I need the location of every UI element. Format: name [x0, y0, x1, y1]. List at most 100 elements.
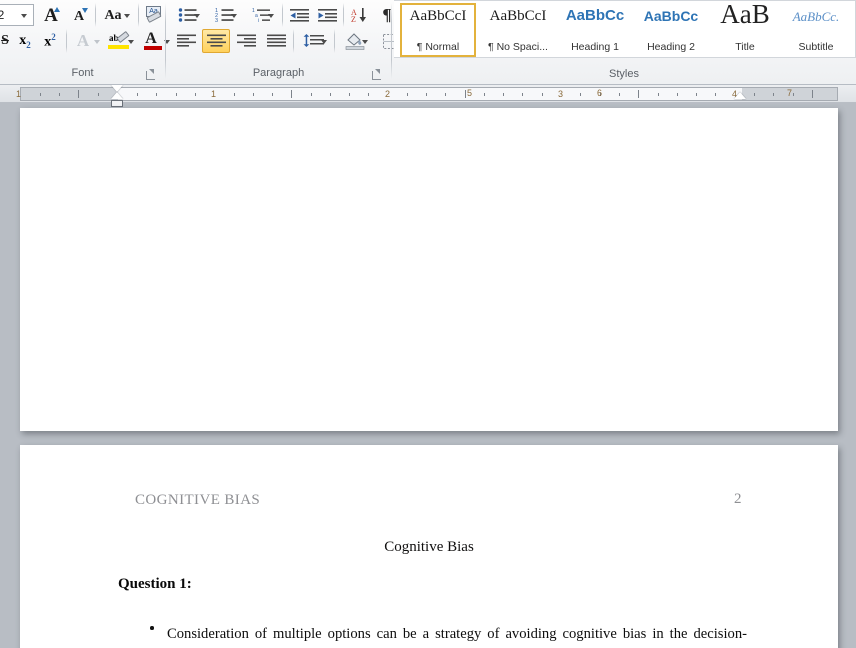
change-case-icon: Aa	[104, 8, 122, 23]
ruler-track: 1 2 3 4 1	[16, 87, 838, 101]
ruler-number: 7	[787, 88, 793, 98]
style-item-heading-1[interactable]: AaBbCс Heading 1	[558, 3, 632, 57]
svg-text:Z: Z	[351, 15, 356, 23]
align-left-button[interactable]	[172, 29, 200, 53]
ruler-number: 3	[558, 89, 564, 99]
document-bullet-paragraph: Consideration of multiple options can be…	[167, 626, 747, 642]
style-item-subtle-emphasis[interactable]: Aa Sub	[852, 3, 856, 57]
justify-button[interactable]	[262, 29, 290, 53]
style-label: Title	[735, 41, 755, 53]
style-label: Heading 1	[571, 41, 619, 53]
document-title: Cognitive Bias	[384, 539, 474, 555]
chevron-down-icon[interactable]	[194, 14, 200, 18]
divider	[138, 3, 139, 27]
document-page-1[interactable]	[20, 108, 838, 431]
svg-text:3: 3	[215, 18, 218, 23]
align-center-icon	[206, 34, 226, 47]
grow-font-button[interactable]: A	[38, 3, 64, 27]
right-indent-marker[interactable]	[734, 92, 746, 99]
style-item-subtitle[interactable]: AaBbCc. Subtitle	[780, 3, 852, 57]
chevron-down-icon[interactable]	[231, 14, 237, 18]
text-effects-icon: A	[76, 31, 90, 50]
style-preview: AaBbCcI	[489, 8, 547, 24]
horizontal-ruler[interactable]: 1 2 3 4 1 5 6 7	[0, 85, 856, 107]
font-size-value: 12	[0, 8, 5, 22]
decrease-indent-icon	[289, 8, 309, 22]
chevron-down-icon[interactable]	[128, 40, 134, 44]
clear-formatting-button[interactable]: Aa	[141, 3, 167, 27]
style-preview: AaBbCc.	[792, 9, 840, 24]
paragraph-group-label: Paragraph	[252, 67, 305, 79]
chevron-down-icon[interactable]	[21, 14, 27, 18]
align-right-button[interactable]	[232, 29, 260, 53]
styles-group-label: Styles	[609, 68, 639, 80]
divider	[95, 3, 96, 27]
change-case-button[interactable]: Aa	[99, 3, 135, 27]
ruler-number: 2	[385, 89, 391, 99]
style-item-no-spacing[interactable]: AaBbCcI ¶ No Spaci...	[480, 3, 556, 57]
document-canvas: 1 2 3 4 1 5 6 7 COGNITIVE BIAS 2 Cogniti…	[0, 85, 856, 648]
superscript-button[interactable]: x2	[38, 29, 62, 53]
decrease-indent-button[interactable]	[286, 3, 312, 27]
paragraph-group-body: 1 2 3 1 a i A Z ¶	[166, 0, 404, 58]
up-arrow-icon	[54, 7, 60, 12]
ruler-number: 6	[597, 88, 603, 98]
numbering-button[interactable]: 1 2 3	[209, 3, 241, 27]
ribbon-group-font: 12 A A Aa Aa	[0, 0, 170, 85]
sort-button[interactable]: A Z	[347, 3, 373, 27]
multilevel-list-button[interactable]: 1 a i	[246, 3, 278, 27]
down-arrow-icon	[82, 8, 88, 13]
document-running-header: COGNITIVE BIAS	[135, 492, 261, 508]
styles-gallery: AaBbCcI ¶ Normal AaBbCcI ¶ No Spaci... A…	[392, 0, 856, 60]
bullet-point-marker	[150, 626, 154, 630]
style-label: ¶ Normal	[416, 41, 460, 53]
shrink-font-button[interactable]: A	[66, 3, 92, 27]
chevron-down-icon[interactable]	[321, 40, 327, 44]
font-dialog-launcher[interactable]	[144, 68, 157, 81]
hanging-indent-marker[interactable]	[111, 92, 123, 99]
bullets-button[interactable]	[172, 3, 204, 27]
ruler-number: 1	[211, 89, 217, 99]
document-page-number: 2	[734, 491, 742, 507]
chevron-down-icon[interactable]	[124, 14, 130, 18]
chevron-down-icon[interactable]	[268, 14, 274, 18]
style-preview: AaB	[720, 3, 770, 29]
increase-indent-icon	[317, 8, 337, 22]
style-preview: AaBbCcI	[409, 8, 467, 24]
ribbon: 12 A A Aa Aa	[0, 0, 856, 85]
left-indent-marker[interactable]	[111, 100, 123, 107]
divider	[343, 3, 344, 27]
paragraph-dialog-launcher[interactable]	[370, 68, 383, 81]
ribbon-group-styles: AaBbCcI ¶ Normal AaBbCcI ¶ No Spaci... A…	[392, 0, 856, 85]
style-label: ¶ No Spaci...	[488, 41, 548, 53]
styles-strip: AaBbCcI ¶ Normal AaBbCcI ¶ No Spaci... A…	[394, 0, 856, 58]
style-item-normal[interactable]: AaBbCcI ¶ Normal	[400, 3, 476, 57]
divider	[293, 29, 294, 53]
document-page-2[interactable]: COGNITIVE BIAS 2 Cognitive Bias Question…	[20, 445, 838, 648]
style-item-heading-2[interactable]: AaBbCc Heading 2	[634, 3, 708, 57]
ruler-number: 5	[467, 88, 473, 98]
increase-indent-button[interactable]	[314, 3, 340, 27]
justify-icon	[266, 34, 286, 47]
text-highlight-color-button[interactable]: ab	[104, 29, 138, 53]
first-line-indent-marker[interactable]	[111, 85, 123, 92]
chevron-down-icon[interactable]	[362, 40, 368, 44]
style-label: Subtitle	[798, 41, 834, 53]
highlight-color-swatch	[108, 45, 129, 49]
align-center-button[interactable]	[202, 29, 230, 53]
divider	[66, 29, 67, 53]
style-item-title[interactable]: AaB Title	[710, 3, 780, 57]
ribbon-group-paragraph: 1 2 3 1 a i A Z ¶ Paragraph	[166, 0, 404, 85]
line-spacing-button[interactable]	[297, 29, 331, 53]
text-effects-button[interactable]: A	[70, 29, 104, 53]
font-size-input[interactable]: 12	[0, 4, 34, 26]
style-preview: Aa	[852, 9, 856, 25]
svg-text:i: i	[258, 18, 259, 23]
font-group-label: Font	[71, 67, 94, 79]
strikethrough-icon: S	[1, 33, 9, 48]
subscript-button[interactable]: x2	[13, 29, 37, 53]
strikethrough-button[interactable]: S	[0, 29, 12, 53]
superscript-icon: x2	[44, 31, 56, 50]
chevron-down-icon[interactable]	[94, 40, 100, 44]
shading-button[interactable]	[338, 29, 372, 53]
